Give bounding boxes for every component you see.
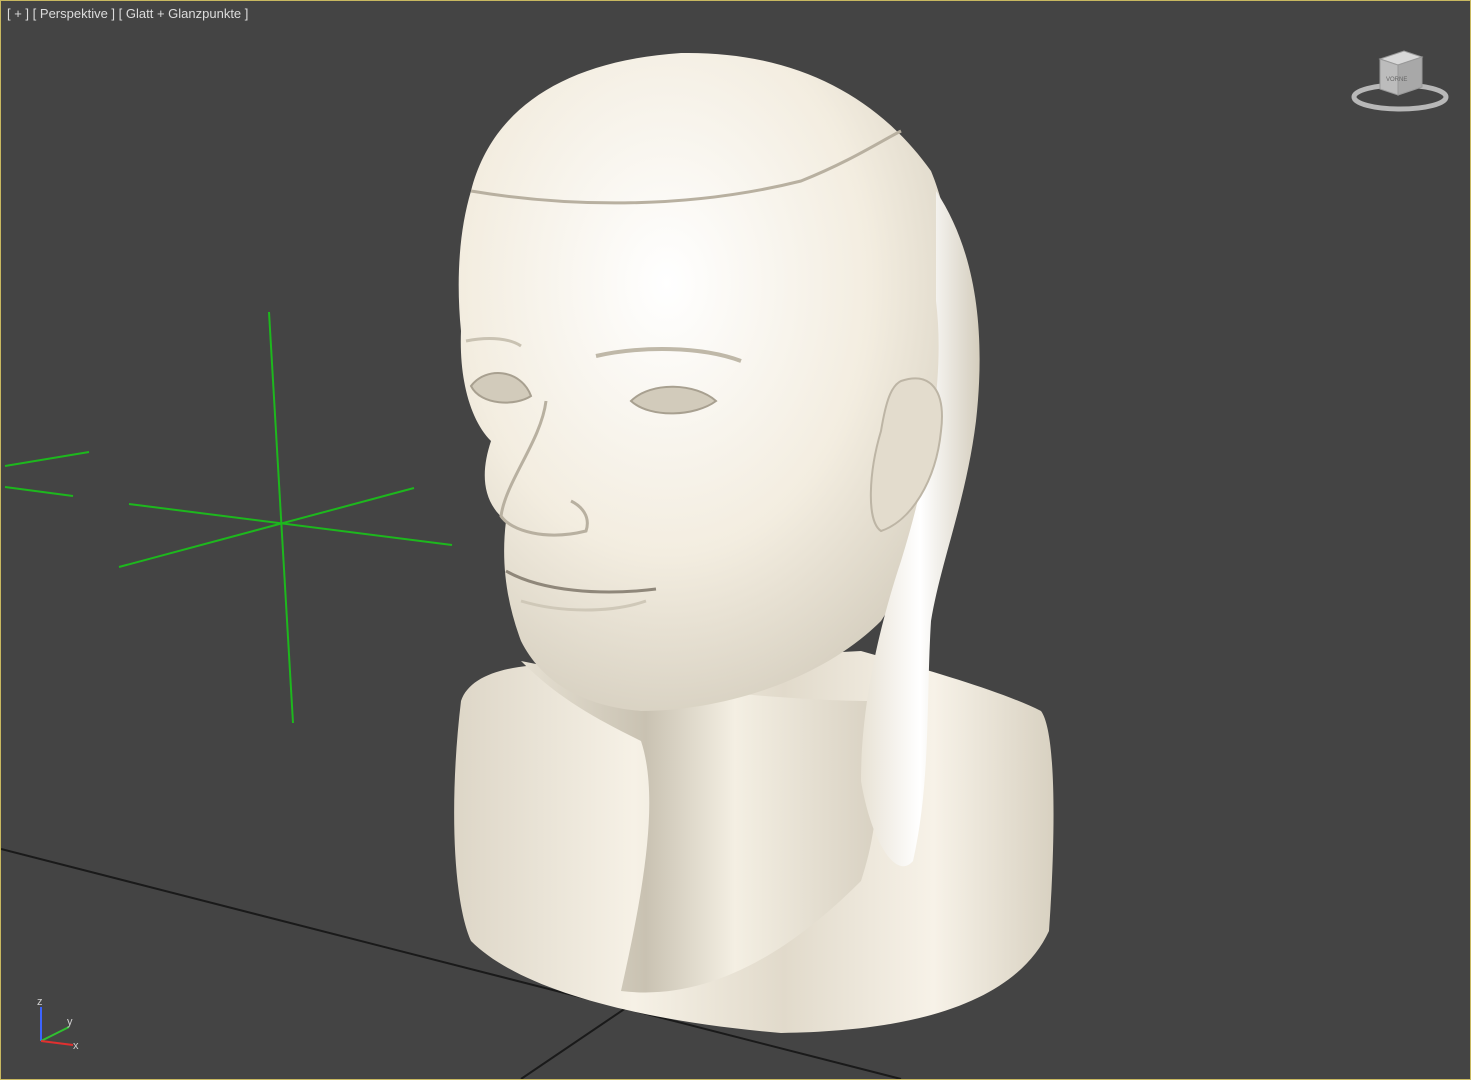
bust-head (458, 52, 955, 711)
axis-y-label: y (67, 1016, 73, 1028)
scene-canvas[interactable] (1, 1, 1470, 1079)
head-bust-model[interactable] (454, 52, 1054, 1033)
point-helper-left[interactable] (4, 451, 90, 497)
viewcube[interactable]: VORNE (1350, 45, 1450, 117)
perspective-viewport[interactable]: [ + ] [ Perspektive ] [ Glatt + Glanzpun… (0, 0, 1471, 1080)
viewcube-face-label: VORNE (1386, 77, 1407, 83)
point-helper[interactable] (118, 311, 453, 724)
axis-x-label: x (73, 1040, 79, 1052)
axis-tripod: z y x (37, 996, 79, 1052)
axis-z-label: z (37, 996, 43, 1008)
